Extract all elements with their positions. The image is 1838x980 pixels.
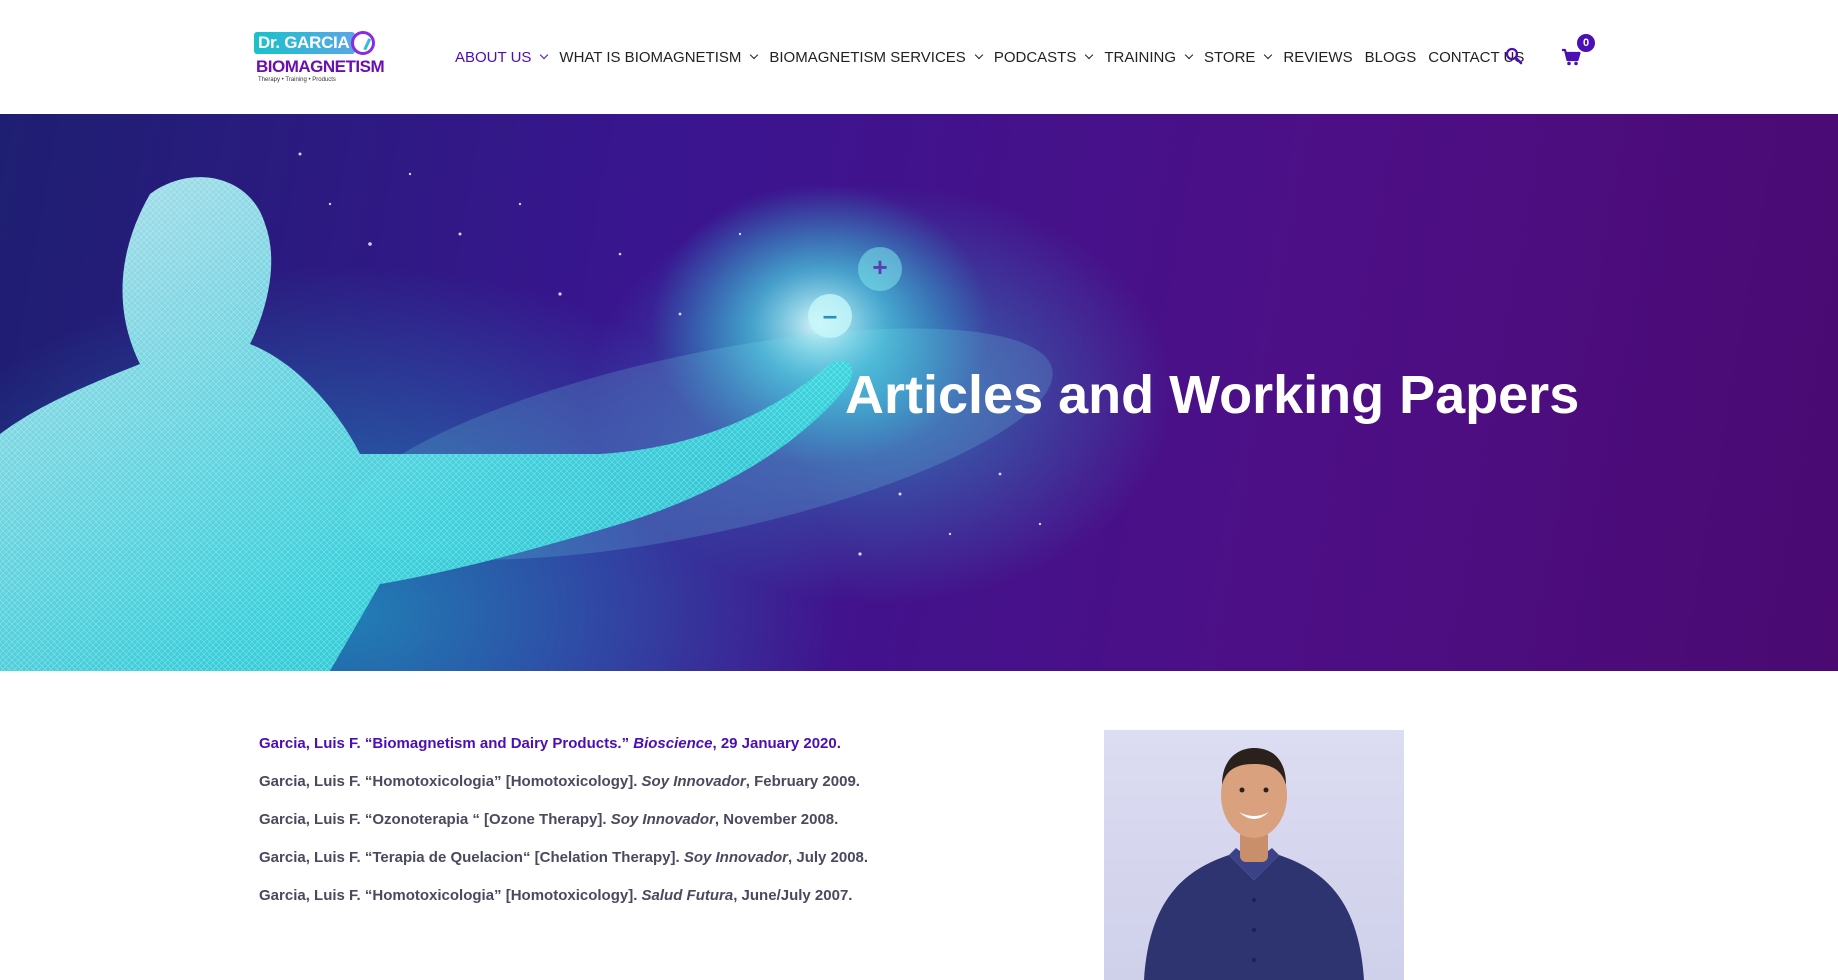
nav-item-training[interactable]: TRAINING (1104, 48, 1194, 66)
nav-item-what-is-biomagnetism[interactable]: WHAT IS BIOMAGNETISM (559, 48, 759, 66)
logo-main-text: BIOMAGNETISM (256, 57, 385, 76)
article-citation: Garcia, Luis F. “Terapia de Quelacion“ [… (259, 849, 684, 866)
nav-item-label: STORE (1204, 48, 1256, 66)
main-nav: ABOUT US WHAT IS BIOMAGNETISM BIOMAGNETI… (455, 47, 1536, 67)
nav-item-store[interactable]: STORE (1204, 48, 1273, 66)
svg-text:–: – (823, 300, 837, 330)
article-item: Garcia, Luis F. “Ozonoterapia “ [Ozone T… (259, 811, 1019, 849)
articles-list: Garcia, Luis F. “Biomagnetism and Dairy … (259, 735, 1019, 925)
article-citation: Garcia, Luis F. “Biomagnetism and Dairy … (259, 735, 634, 752)
nav-item-label: PODCASTS (993, 48, 1077, 66)
logo-tagline: Therapy • Training • Products (258, 77, 336, 83)
logo-top: Dr. GARCIA (254, 30, 376, 56)
article-citation: Garcia, Luis F. “Ozonoterapia “ [Ozone T… (259, 811, 611, 828)
article-item: Garcia, Luis F. “Homotoxicologia” [Homot… (259, 887, 1019, 925)
site-header: Dr. GARCIA BIOMAGNETISM Therapy • Traini… (0, 0, 1838, 114)
article-source: Soy Innovador (641, 773, 746, 790)
hero-banner: + – Articles and Working Papers (0, 114, 1838, 671)
nav-item-about-us[interactable]: ABOUT US (455, 48, 549, 66)
cart-icon[interactable] (1561, 48, 1581, 66)
chevron-down-icon (1184, 50, 1194, 60)
site-logo[interactable]: Dr. GARCIA BIOMAGNETISM Therapy • Traini… (254, 30, 390, 86)
chevron-down-icon (1085, 50, 1094, 60)
nav-item-blogs[interactable]: BLOGS (1365, 49, 1417, 66)
article-date: , November 2008. (714, 811, 839, 828)
svg-text:+: + (872, 252, 887, 282)
nav-item-podcasts[interactable]: PODCASTS (993, 48, 1094, 66)
cart-count-badge[interactable]: 0 (1577, 34, 1595, 52)
chevron-down-icon (750, 50, 759, 60)
nav-item-label: ABOUT US (455, 48, 532, 66)
article-date: , June/July 2007. (733, 887, 853, 904)
article-source: Soy Innovador (610, 811, 715, 828)
nav-item-label: BLOGS (1364, 48, 1417, 66)
nav-item-biomagnetism-services[interactable]: BIOMAGNETISM SERVICES (769, 48, 984, 66)
article-source: Bioscience (633, 735, 713, 752)
nav-item-label: REVIEWS (1283, 48, 1353, 66)
page-title: Articles and Working Papers (845, 365, 1580, 425)
logo-ring-icon (351, 31, 376, 55)
chevron-down-icon (540, 50, 549, 60)
author-portrait (1104, 730, 1404, 980)
nav-item-label: WHAT IS BIOMAGNETISM (559, 48, 742, 66)
nav-item-label: BIOMAGNETISM SERVICES (769, 48, 966, 66)
nav-item-reviews[interactable]: REVIEWS (1283, 49, 1352, 66)
article-item: Garcia, Luis F. “Terapia de Quelacion“ [… (259, 849, 1019, 887)
article-item[interactable]: Garcia, Luis F. “Biomagnetism and Dairy … (259, 735, 1019, 773)
article-citation: Garcia, Luis F. “Homotoxicologia” [Homot… (259, 773, 642, 790)
article-item: Garcia, Luis F. “Homotoxicologia” [Homot… (259, 773, 1019, 811)
article-source: Salud Futura (641, 887, 734, 904)
article-date: , February 2009. (745, 773, 860, 790)
nav-item-label: TRAINING (1104, 48, 1176, 66)
author-photo (1144, 748, 1364, 980)
article-source: Soy Innovador (683, 849, 789, 866)
article-date: , 29 January 2020. (712, 735, 841, 752)
chevron-down-icon (1264, 50, 1273, 60)
article-date: , July 2008. (788, 849, 869, 866)
logo-top-text: Dr. GARCIA (254, 32, 356, 54)
search-icon[interactable] (1505, 47, 1523, 65)
article-citation: Garcia, Luis F. “Homotoxicologia” [Homot… (259, 887, 642, 904)
chevron-down-icon (974, 50, 984, 60)
